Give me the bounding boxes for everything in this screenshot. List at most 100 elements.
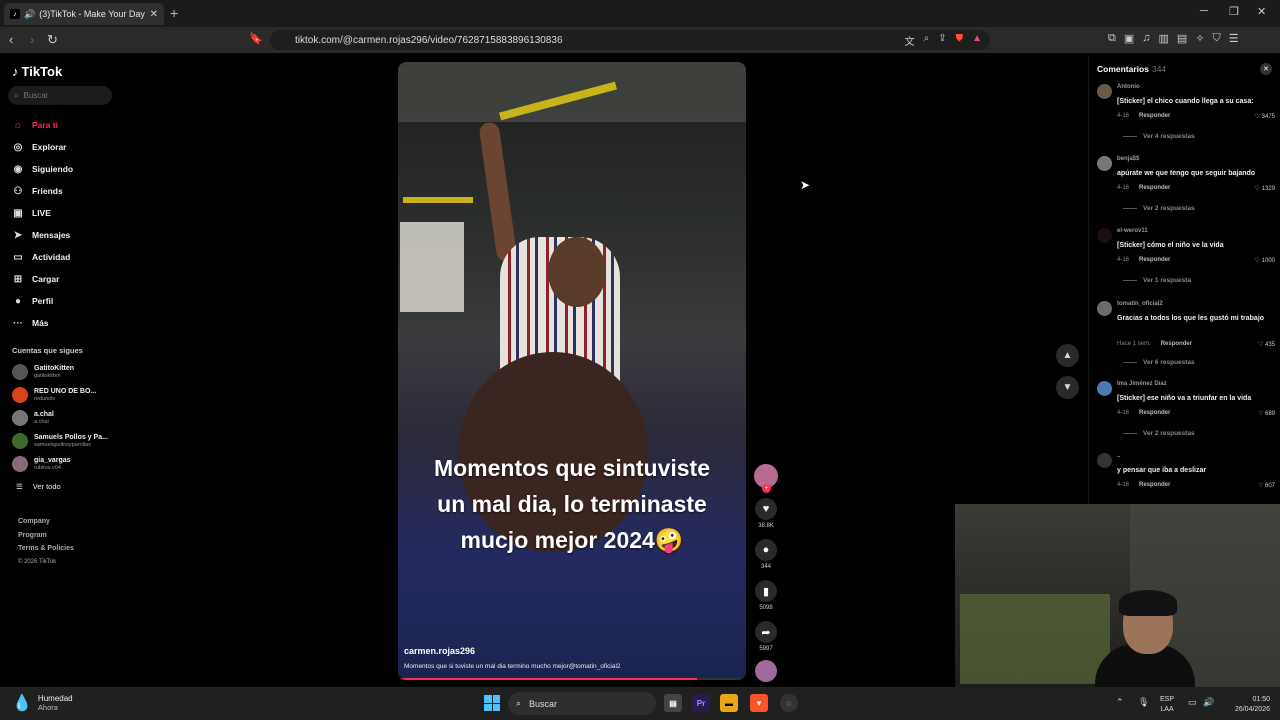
heart-icon[interactable]: ♥ [755, 498, 777, 520]
comment-user[interactable]: lma Jiménez Díaz [1117, 381, 1167, 387]
bookmark-icon[interactable]: ▮ [755, 580, 777, 602]
network-icon[interactable]: ▭ [1188, 697, 1197, 708]
avatar[interactable] [1097, 453, 1112, 468]
clock[interactable]: 01:50 26/04/2026 [1224, 695, 1270, 715]
footer-link-company[interactable]: Company [18, 515, 74, 529]
following-account[interactable]: RED UNO DE BO... redunotv [12, 383, 108, 406]
video-player[interactable]: Momentos que sintuviste un mal dia, lo t… [398, 62, 746, 680]
browser-tab[interactable]: ♪ 🔊 (3)TikTok - Make Your Day ✕ [4, 3, 164, 25]
reply-button[interactable]: Responder [1139, 410, 1170, 417]
search-input[interactable]: ⌕ Buscar [8, 86, 112, 105]
sidebar-toggle-icon[interactable]: ▥ [1159, 32, 1169, 45]
sidebar-item-following[interactable]: ◉ Siguiendo [12, 158, 73, 180]
sidebar-item-more[interactable]: ··· Más [12, 312, 73, 334]
translate-icon[interactable]: 文 [905, 33, 915, 48]
music-icon[interactable]: ♫ [1142, 32, 1150, 45]
footer-link-program[interactable]: Program [18, 529, 74, 543]
new-tab-button[interactable]: + [170, 5, 178, 21]
brave-shield-icon[interactable]: ⛊ [956, 33, 964, 48]
speaker-icon[interactable]: 🔊 [24, 9, 35, 20]
reply-button[interactable]: Responder [1139, 482, 1170, 489]
view-replies-link[interactable]: Ver 1 respuesta [1123, 277, 1191, 284]
microphone-icon[interactable]: 🎙 [1138, 697, 1149, 708]
following-account[interactable]: a.chal a.chal [12, 406, 108, 429]
file-icon[interactable]: ▤ [664, 694, 682, 712]
folder-icon[interactable]: ▬ [720, 694, 738, 712]
windows-start-icon[interactable] [484, 695, 500, 711]
sidebar-item-friends[interactable]: ⚇ Friends [12, 180, 73, 202]
view-replies-link[interactable]: Ver 4 respuestas [1123, 133, 1195, 140]
music-disc-avatar[interactable] [755, 660, 777, 682]
restore-button[interactable]: ❐ [1229, 5, 1239, 18]
forward-button[interactable]: › [30, 32, 34, 47]
comment-user[interactable]: tomatin_oficial2 [1117, 301, 1163, 307]
reply-button[interactable]: Responder [1139, 257, 1170, 264]
comment-user[interactable]: Antonio [1117, 84, 1140, 90]
brave-browser-icon[interactable]: ▼ [750, 694, 768, 712]
avatar[interactable] [1097, 84, 1112, 99]
view-replies-link[interactable]: Ver 6 respuestas [1123, 359, 1195, 366]
chevron-up-icon[interactable]: ⌃ [1116, 697, 1124, 708]
app-icon[interactable]: ◌ [780, 694, 798, 712]
screenshot-icon[interactable]: ▣ [1124, 32, 1134, 45]
sidebar-item-profile[interactable]: ● Perfil [12, 290, 73, 312]
following-account[interactable]: GatitoKitten gatitokitten [12, 360, 108, 383]
comment-user[interactable]: benja$$ [1117, 156, 1139, 162]
see-all-link[interactable]: ☰ Ver todo [16, 482, 61, 491]
ai-icon[interactable]: ✧ [1195, 32, 1204, 45]
reply-button[interactable]: Responder [1139, 113, 1170, 120]
previous-video-button[interactable]: ▲ [1056, 344, 1079, 367]
comment-like[interactable]: ♡ 607 [1258, 482, 1275, 489]
close-comments-button[interactable]: ✕ [1260, 63, 1272, 75]
premiere-icon[interactable]: Pr [692, 694, 710, 712]
sidebar-item-activity[interactable]: ▭ Actividad [12, 246, 73, 268]
avatar[interactable] [1097, 381, 1112, 396]
bookmark-icon[interactable]: 🔖 [249, 32, 263, 45]
sidebar-item-live[interactable]: ▣ LIVE [12, 202, 73, 224]
taskbar-search[interactable]: ⌕ Buscar [508, 692, 656, 715]
avatar[interactable] [1097, 156, 1112, 171]
following-account[interactable]: Samuels Pollos y Pa... samuelspollosyparr… [12, 429, 108, 452]
footer-link-terms[interactable]: Terms & Policies [18, 542, 74, 556]
comment-user[interactable]: el-werov11 [1117, 228, 1148, 234]
brave-rewards-icon[interactable]: ▲ [972, 33, 982, 48]
vpn-icon[interactable]: ⛉ [1213, 32, 1221, 45]
back-button[interactable]: ‹ [9, 32, 13, 47]
extensions-icon[interactable]: ⧉ [1108, 32, 1116, 45]
menu-icon[interactable]: ☰ [1229, 32, 1239, 45]
avatar[interactable] [1097, 228, 1112, 243]
video-username[interactable]: carmen.rojas296 [404, 646, 475, 656]
zoom-icon[interactable]: ⌕ [924, 33, 930, 48]
comment-like[interactable]: ♡ 1000 [1255, 257, 1275, 264]
comment-user[interactable]: .. [1117, 453, 1120, 459]
window-close-button[interactable]: ✕ [1257, 5, 1266, 18]
sidebar-item-upload[interactable]: ⊞ Cargar [12, 268, 73, 290]
comment-like[interactable]: ♡ 1329 [1255, 185, 1275, 192]
sidebar-item-messages[interactable]: ➤ Mensajes [12, 224, 73, 246]
avatar[interactable] [1097, 301, 1112, 316]
comment-like[interactable]: ♡ 435 [1258, 341, 1275, 348]
next-video-button[interactable]: ▼ [1056, 376, 1079, 399]
address-bar[interactable]: tiktok.com/@carmen.rojas296/video/762871… [270, 30, 990, 50]
sidebar-item-explore[interactable]: ◎ Explorar [12, 136, 73, 158]
following-account[interactable]: gia_vargas rubitos.v04 [12, 452, 108, 475]
view-replies-link[interactable]: Ver 2 respuestas [1123, 430, 1195, 437]
reply-button[interactable]: Responder [1161, 341, 1192, 348]
sidebar-item-for-you[interactable]: ⌂ Para ti [12, 114, 73, 136]
minimize-button[interactable]: ─ [1200, 5, 1208, 17]
tiktok-logo[interactable]: ♪ TikTok [12, 64, 62, 79]
weather-widget[interactable]: 💧 Humedad Ahora [12, 693, 73, 713]
reply-button[interactable]: Responder [1139, 185, 1170, 192]
language-indicator[interactable]: ESP LAA [1160, 695, 1174, 715]
view-replies-link[interactable]: Ver 2 respuestas [1123, 205, 1195, 212]
volume-icon[interactable]: 🔊 [1203, 697, 1214, 708]
tab-close-icon[interactable]: ✕ [150, 9, 158, 20]
video-progress-bar[interactable] [398, 678, 746, 680]
comment-like[interactable]: ♡ 3475 [1255, 113, 1275, 120]
comment-icon[interactable]: ● [755, 539, 777, 561]
reload-button[interactable]: ↻ [47, 32, 58, 48]
share-icon[interactable]: ➦ [755, 621, 777, 643]
follow-plus-icon[interactable]: + [762, 484, 771, 493]
wallet-icon[interactable]: ▤ [1177, 32, 1187, 45]
creator-avatar[interactable]: + [754, 464, 778, 493]
